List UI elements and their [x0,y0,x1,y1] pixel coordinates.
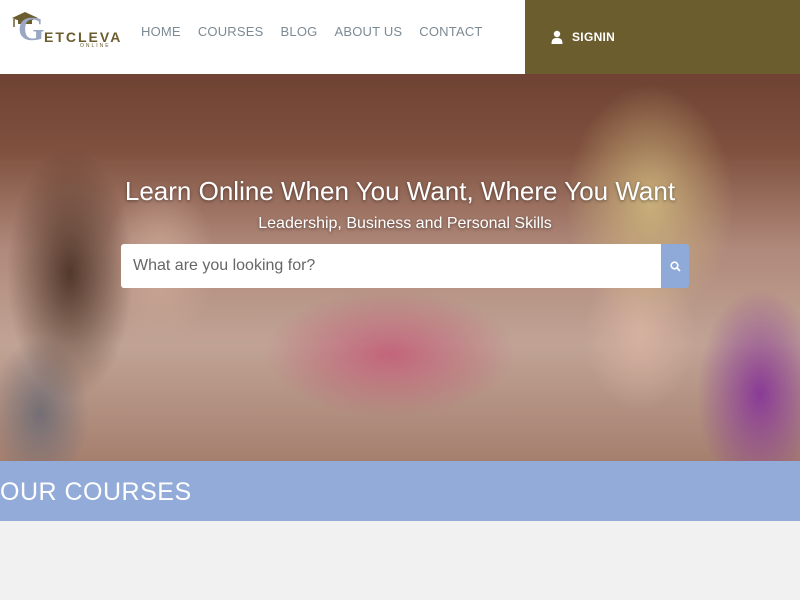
signin-label: SIGNIN [572,30,616,44]
nav-contact[interactable]: CONTACT [419,24,482,39]
user-icon [551,30,563,44]
search-button[interactable] [661,244,689,288]
getcleva-logo[interactable]: G ETCLEVA ONLINE [10,10,120,50]
signin-button[interactable]: SIGNIN [525,0,800,74]
courses-title: OUR COURSES [0,478,192,506]
nav-home[interactable]: HOME [141,24,181,39]
hero-banner: Learn Online When You Want, Where You Wa… [0,74,800,461]
nav-about-us[interactable]: ABOUT US [334,24,402,39]
logo-letter: G [18,11,45,48]
main-nav: HOME COURSES BLOG ABOUT US CONTACT [141,24,500,39]
search-icon [669,260,681,272]
hero-subtitle: Leadership, Business and Personal Skills [258,215,552,232]
nav-courses[interactable]: COURSES [198,24,264,39]
logo-subtitle: ONLINE [80,43,111,49]
site-header: G ETCLEVA ONLINE HOME COURSES BLOG ABOUT… [0,0,800,74]
courses-section-header: OUR COURSES [0,461,800,521]
nav-blog[interactable]: BLOG [281,24,318,39]
hero-title: Learn Online When You Want, Where You Wa… [124,176,676,206]
search-input[interactable] [121,244,661,288]
